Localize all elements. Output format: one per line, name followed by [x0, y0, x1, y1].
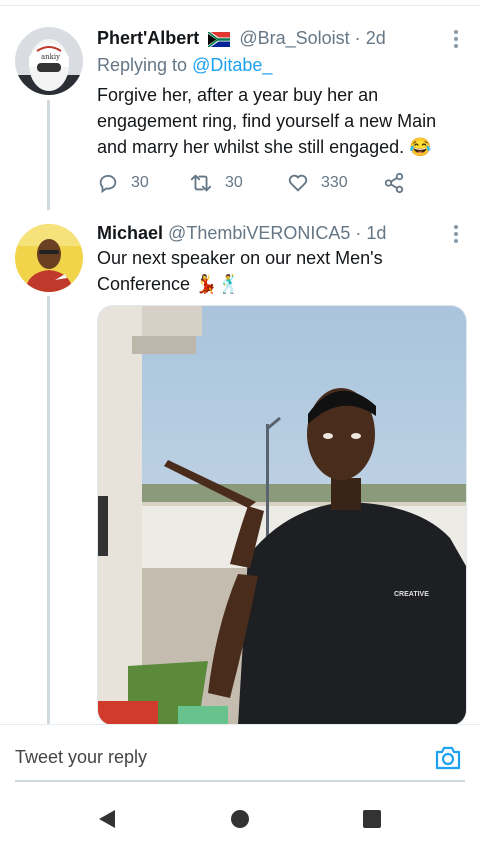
more-options-icon[interactable]	[452, 225, 460, 246]
share-button[interactable]	[383, 172, 405, 194]
tweet-text: Our next speaker on our next Men's Confe…	[97, 248, 383, 294]
separator-dot: ·	[354, 28, 361, 48]
tweet-header: Michael @ThembiVERONICA5 · 1d	[97, 222, 386, 244]
reply-input[interactable]: Tweet your reply	[15, 747, 147, 768]
system-nav-bar	[0, 790, 480, 849]
south-africa-flag-icon	[207, 30, 231, 52]
reply-icon	[97, 172, 119, 194]
retweet-icon	[189, 172, 213, 194]
like-button[interactable]: 330	[287, 172, 348, 194]
retweet-button[interactable]: 30	[189, 172, 243, 194]
handle[interactable]: @Bra_Soloist	[239, 28, 349, 48]
display-name[interactable]: Phert'Albert	[97, 28, 199, 48]
more-options-icon[interactable]	[452, 30, 460, 51]
reply-button[interactable]: 30	[97, 172, 149, 194]
tweet-header: Phert'Albert @Bra_Soloist · 2d	[97, 27, 386, 52]
recents-icon[interactable]	[362, 808, 382, 835]
reply-count: 30	[131, 174, 149, 191]
handle[interactable]: @ThembiVERONICA5	[168, 223, 350, 243]
svg-text:ankiy: ankiy	[41, 53, 60, 61]
replying-to-label: Replying to	[97, 55, 188, 75]
camera-icon[interactable]	[434, 745, 462, 776]
svg-text:CREATIVE: CREATIVE	[394, 591, 429, 598]
display-name[interactable]: Michael	[97, 223, 163, 243]
timestamp[interactable]: 2d	[366, 28, 386, 48]
reply-bar: Tweet your reply	[0, 724, 480, 783]
separator-dot: ·	[355, 223, 362, 243]
retweet-count: 30	[225, 174, 243, 191]
share-icon	[383, 172, 405, 194]
avatar[interactable]: ankiy	[15, 27, 83, 95]
tweet-text: Forgive her, after a year buy her an eng…	[97, 85, 437, 157]
replying-to: Replying to @Ditabe_	[97, 55, 272, 76]
like-count: 330	[321, 174, 348, 191]
reply-underline	[15, 780, 465, 782]
timestamp[interactable]: 1d	[366, 223, 386, 243]
back-icon[interactable]	[97, 808, 117, 835]
avatar[interactable]	[15, 224, 83, 292]
thread-line	[47, 296, 50, 724]
top-divider	[0, 5, 480, 6]
replying-to-handle[interactable]: @Ditabe_	[192, 55, 272, 75]
thread-line	[47, 100, 50, 210]
tweet-video[interactable]: CREATIVE	[97, 305, 467, 726]
heart-icon	[287, 172, 309, 194]
home-icon[interactable]	[230, 808, 250, 835]
